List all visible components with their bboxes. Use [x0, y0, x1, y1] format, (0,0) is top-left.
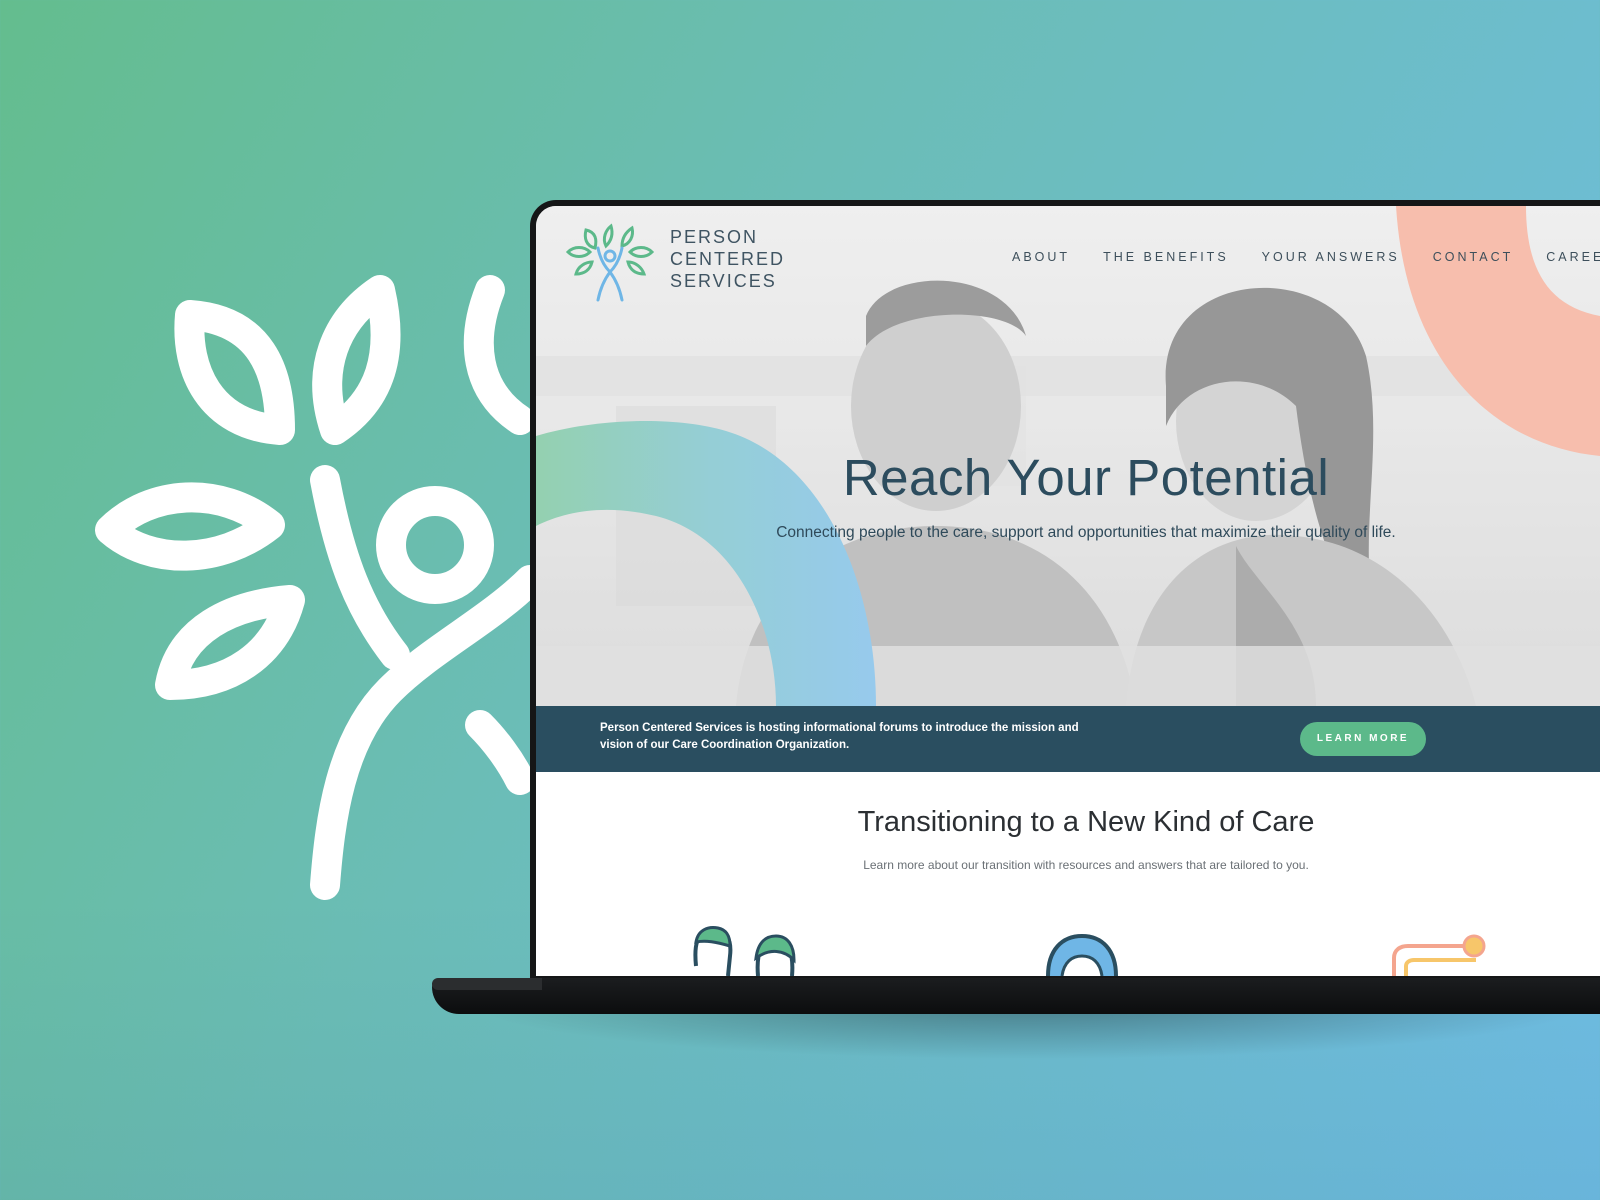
brand-line-3: SERVICES	[670, 271, 777, 291]
main-nav: ABOUT THE BENEFITS YOUR ANSWERS CONTACT …	[1012, 250, 1600, 264]
nav-the-benefits[interactable]: THE BENEFITS	[1103, 250, 1229, 264]
learn-more-button[interactable]: LEARN MORE	[1300, 722, 1426, 756]
hero-subtitle: Connecting people to the care, support a…	[776, 524, 1396, 541]
banner-text: Person Centered Services is hosting info…	[600, 722, 1079, 751]
website-screen: PERSON CENTERED SERVICES ABOUT THE BENEF…	[536, 206, 1600, 976]
nav-about[interactable]: ABOUT	[1012, 250, 1070, 264]
header-logo[interactable]: PERSON CENTERED SERVICES	[564, 222, 785, 304]
chat-bubbles-icon[interactable]	[1392, 934, 1486, 976]
person-icon[interactable]	[1046, 933, 1118, 976]
hero-section: PERSON CENTERED SERVICES ABOUT THE BENEF…	[536, 206, 1600, 706]
section-icons	[693, 926, 1486, 976]
section-title: Transitioning to a New Kind of Care	[857, 806, 1315, 838]
tree-person-icon	[565, 223, 655, 302]
hero-title: Reach Your Potential	[842, 449, 1330, 506]
announcement-banner: Person Centered Services is hosting info…	[536, 706, 1600, 772]
laptop-base	[432, 978, 1600, 1014]
brand-line-1: PERSON	[670, 227, 759, 247]
nav-your-answers[interactable]: YOUR ANSWERS	[1262, 250, 1400, 264]
nav-contact[interactable]: CONTACT	[1433, 250, 1514, 264]
two-people-icon[interactable]	[693, 926, 796, 976]
brand-line-2: CENTERED	[670, 249, 786, 269]
nav-careers[interactable]: CAREE	[1546, 250, 1600, 264]
brand-name: PERSON CENTERED SERVICES	[670, 226, 785, 292]
section-subtitle: Learn more about our transition with res…	[863, 858, 1309, 872]
